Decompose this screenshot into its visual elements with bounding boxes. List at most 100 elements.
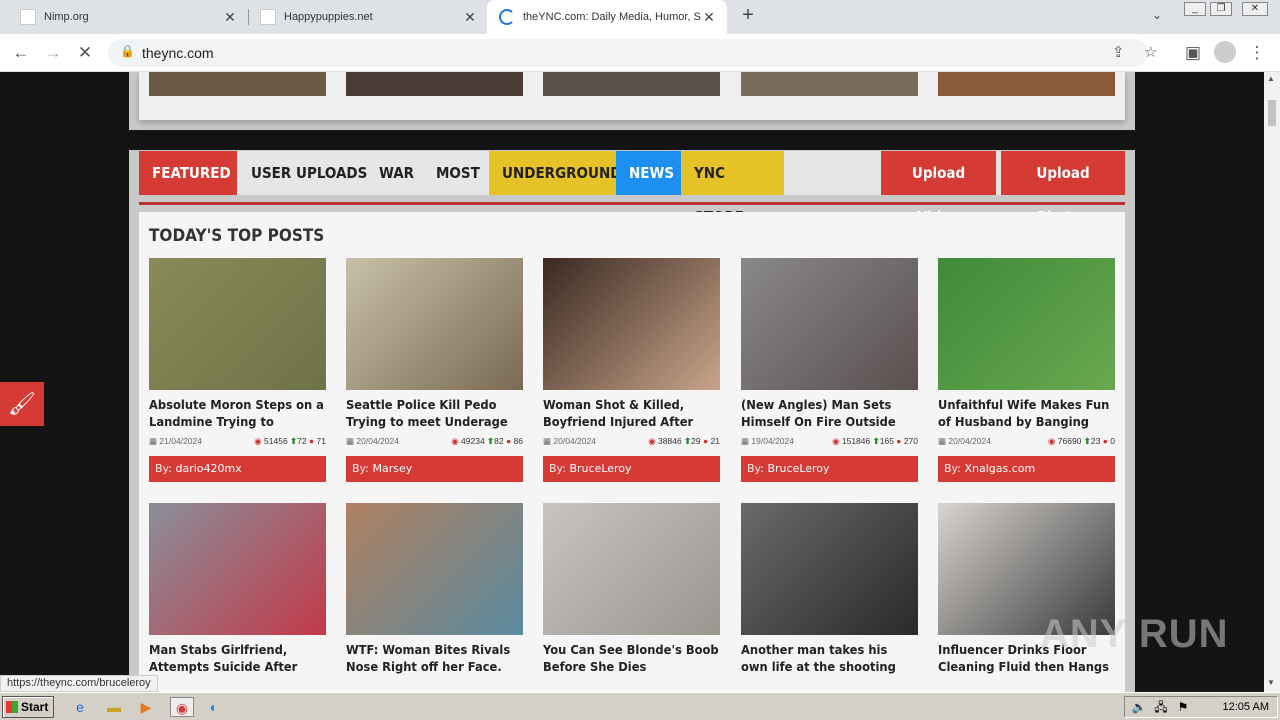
upvote-icon[interactable]: ⬆ [873, 436, 880, 446]
post-thumbnail[interactable] [543, 503, 720, 635]
link-status-bar: https://theync.com/bruceleroy [0, 675, 158, 692]
new-tab-icon[interactable]: + [738, 4, 758, 27]
thumbnail-image[interactable] [741, 72, 918, 96]
scroll-down-icon[interactable]: ▼ [1267, 678, 1275, 687]
post-thumbnail[interactable] [149, 503, 326, 635]
thumbnail-image[interactable] [346, 72, 523, 96]
thumbnail-image[interactable] [543, 72, 720, 96]
comments-icon: ● [703, 436, 709, 446]
post-title-link[interactable]: Woman Shot & Killed, Boyfriend Injured A… [543, 396, 720, 430]
edge-icon[interactable]: ◐ [204, 697, 224, 717]
post-card[interactable]: (New Angles) Man Sets Himself On Fire Ou… [741, 258, 918, 482]
post-title-link[interactable]: Man Stabs Girlfriend, Attempts Suicide A… [149, 641, 326, 675]
chrome-icon[interactable]: ◉ [170, 697, 194, 717]
post-thumbnail[interactable] [741, 503, 918, 635]
author-name[interactable]: dario420mx [175, 462, 241, 475]
post-card[interactable]: Unfaithful Wife Makes Fun of Husband by … [938, 258, 1115, 482]
post-card[interactable]: Seattle Police Kill Pedo Trying to meet … [346, 258, 523, 482]
comments-count: 0 [1110, 436, 1115, 446]
ie-icon[interactable]: e [70, 697, 90, 717]
author-link[interactable]: By: BruceLeroy [543, 456, 720, 482]
folder-icon[interactable]: ▬ [104, 697, 124, 717]
post-thumbnail[interactable] [346, 503, 523, 635]
network-icon[interactable]: 🖧 [1151, 697, 1171, 717]
tab-title: theYNC.com: Daily Media, Humor, Sh [523, 11, 701, 23]
author-link[interactable]: By: Xnalgas.com [938, 456, 1115, 482]
tab-happypuppies[interactable]: Happypuppies.net ✕ [240, 0, 488, 34]
flag-icon[interactable]: ⚑ [1173, 697, 1193, 717]
post-title-link[interactable]: Unfaithful Wife Makes Fun of Husband by … [938, 396, 1115, 430]
nav-featured[interactable]: FEATURED [139, 151, 237, 195]
page-scrollbar[interactable]: ▲ ▼ [1264, 72, 1280, 692]
post-thumbnail[interactable] [346, 258, 523, 390]
stop-icon[interactable]: ✕ [74, 42, 96, 64]
author-name[interactable]: Xnalgas.com [964, 462, 1035, 475]
back-icon[interactable]: ← [10, 42, 32, 64]
tab-search-chevron-icon[interactable]: ⌄ [1152, 8, 1162, 22]
forward-icon[interactable]: → [42, 42, 64, 64]
nav-news[interactable]: NEWS [616, 151, 681, 195]
nav-most[interactable]: MOST [423, 151, 493, 195]
author-name[interactable]: BruceLeroy [569, 462, 631, 475]
address-bar[interactable]: 🔒 theync.com ⇪ ☆ [108, 39, 1157, 67]
by-label: By: [155, 462, 172, 475]
start-button[interactable]: Start [2, 696, 54, 718]
post-thumbnail[interactable] [149, 258, 326, 390]
star-icon[interactable]: ☆ [1144, 43, 1157, 61]
close-tab-icon[interactable]: ✕ [222, 9, 238, 26]
author-link[interactable]: By: Marsey [346, 456, 523, 482]
author-link[interactable]: By: dario420mx [149, 456, 326, 482]
close-tab-icon[interactable]: ✕ [462, 9, 478, 26]
sidepanel-icon[interactable]: ▣ [1182, 42, 1204, 64]
author-name[interactable]: BruceLeroy [767, 462, 829, 475]
post-title-link[interactable]: You Can See Blonde's Boob Before She Die… [543, 641, 720, 675]
tab-nimp[interactable]: Nimp.org ✕ [0, 0, 248, 34]
author-name[interactable]: Marsey [372, 462, 412, 475]
post-card[interactable]: Another man takes his own life at the sh… [741, 503, 918, 675]
nav-divider [139, 202, 1125, 205]
upvote-icon[interactable]: ⬆ [1084, 436, 1091, 446]
media-player-icon[interactable]: ▶ [136, 697, 156, 717]
author-link[interactable]: By: BruceLeroy [741, 456, 918, 482]
share-icon[interactable]: ⇪ [1112, 43, 1125, 61]
nav-user-uploads[interactable]: USER UPLOADS [238, 151, 380, 195]
post-card[interactable]: You Can See Blonde's Boob Before She Die… [543, 503, 720, 675]
tab-theync[interactable]: theYNC.com: Daily Media, Humor, Sh ✕ [487, 0, 727, 34]
nav-war[interactable]: WAR [366, 151, 427, 195]
post-card[interactable]: Man Stabs Girlfriend, Attempts Suicide A… [149, 503, 326, 675]
post-title-link[interactable]: Another man takes his own life at the sh… [741, 641, 918, 675]
minimize-icon[interactable]: _ [1184, 2, 1206, 16]
thumbnail-image[interactable] [149, 72, 326, 96]
brush-icon[interactable]: 🖌 [0, 382, 44, 426]
thumbnail-image[interactable] [938, 72, 1115, 96]
post-title-link[interactable]: WTF: Woman Bites Rivals Nose Right off h… [346, 641, 523, 675]
post-card[interactable]: Woman Shot & Killed, Boyfriend Injured A… [543, 258, 720, 482]
scroll-up-icon[interactable]: ▲ [1267, 74, 1275, 83]
scroll-thumb[interactable] [1268, 100, 1276, 126]
profile-icon[interactable] [1214, 41, 1236, 63]
upload-video-button[interactable]: Upload Video [881, 151, 996, 226]
post-title-link[interactable]: Absolute Moron Steps on a Landmine Tryin… [149, 396, 326, 430]
post-thumbnail[interactable] [543, 258, 720, 390]
post-title-link[interactable]: Seattle Police Kill Pedo Trying to meet … [346, 396, 523, 430]
upvote-count: 165 [879, 436, 894, 446]
post-card[interactable]: WTF: Woman Bites Rivals Nose Right off h… [346, 503, 523, 675]
menu-icon[interactable]: ⋮ [1246, 42, 1268, 64]
post-card[interactable]: Absolute Moron Steps on a Landmine Tryin… [149, 258, 326, 482]
system-tray: 🔈 🖧 ⚑ 12:05 AM [1124, 696, 1278, 718]
close-tab-icon[interactable]: ✕ [701, 9, 717, 26]
by-label: By: [944, 462, 961, 475]
lock-icon[interactable]: 🔒 [120, 44, 135, 58]
volume-icon[interactable]: 🔈 [1129, 697, 1149, 717]
post-title-link[interactable]: (New Angles) Man Sets Himself On Fire Ou… [741, 396, 918, 430]
nav-underground[interactable]: UNDERGROUND [489, 151, 621, 195]
date-text: 20/04/2024 [553, 436, 596, 446]
nav-ync-store[interactable]: YNC STORE [681, 151, 784, 226]
upload-photos-button[interactable]: Upload Photos [1001, 151, 1125, 226]
post-thumbnail[interactable] [741, 258, 918, 390]
post-thumbnail[interactable] [938, 258, 1115, 390]
start-label: Start [21, 700, 49, 714]
window-close-icon[interactable]: ✕ [1242, 2, 1268, 16]
url-text[interactable]: theync.com [142, 45, 214, 61]
restore-icon[interactable]: ❐ [1210, 2, 1232, 16]
